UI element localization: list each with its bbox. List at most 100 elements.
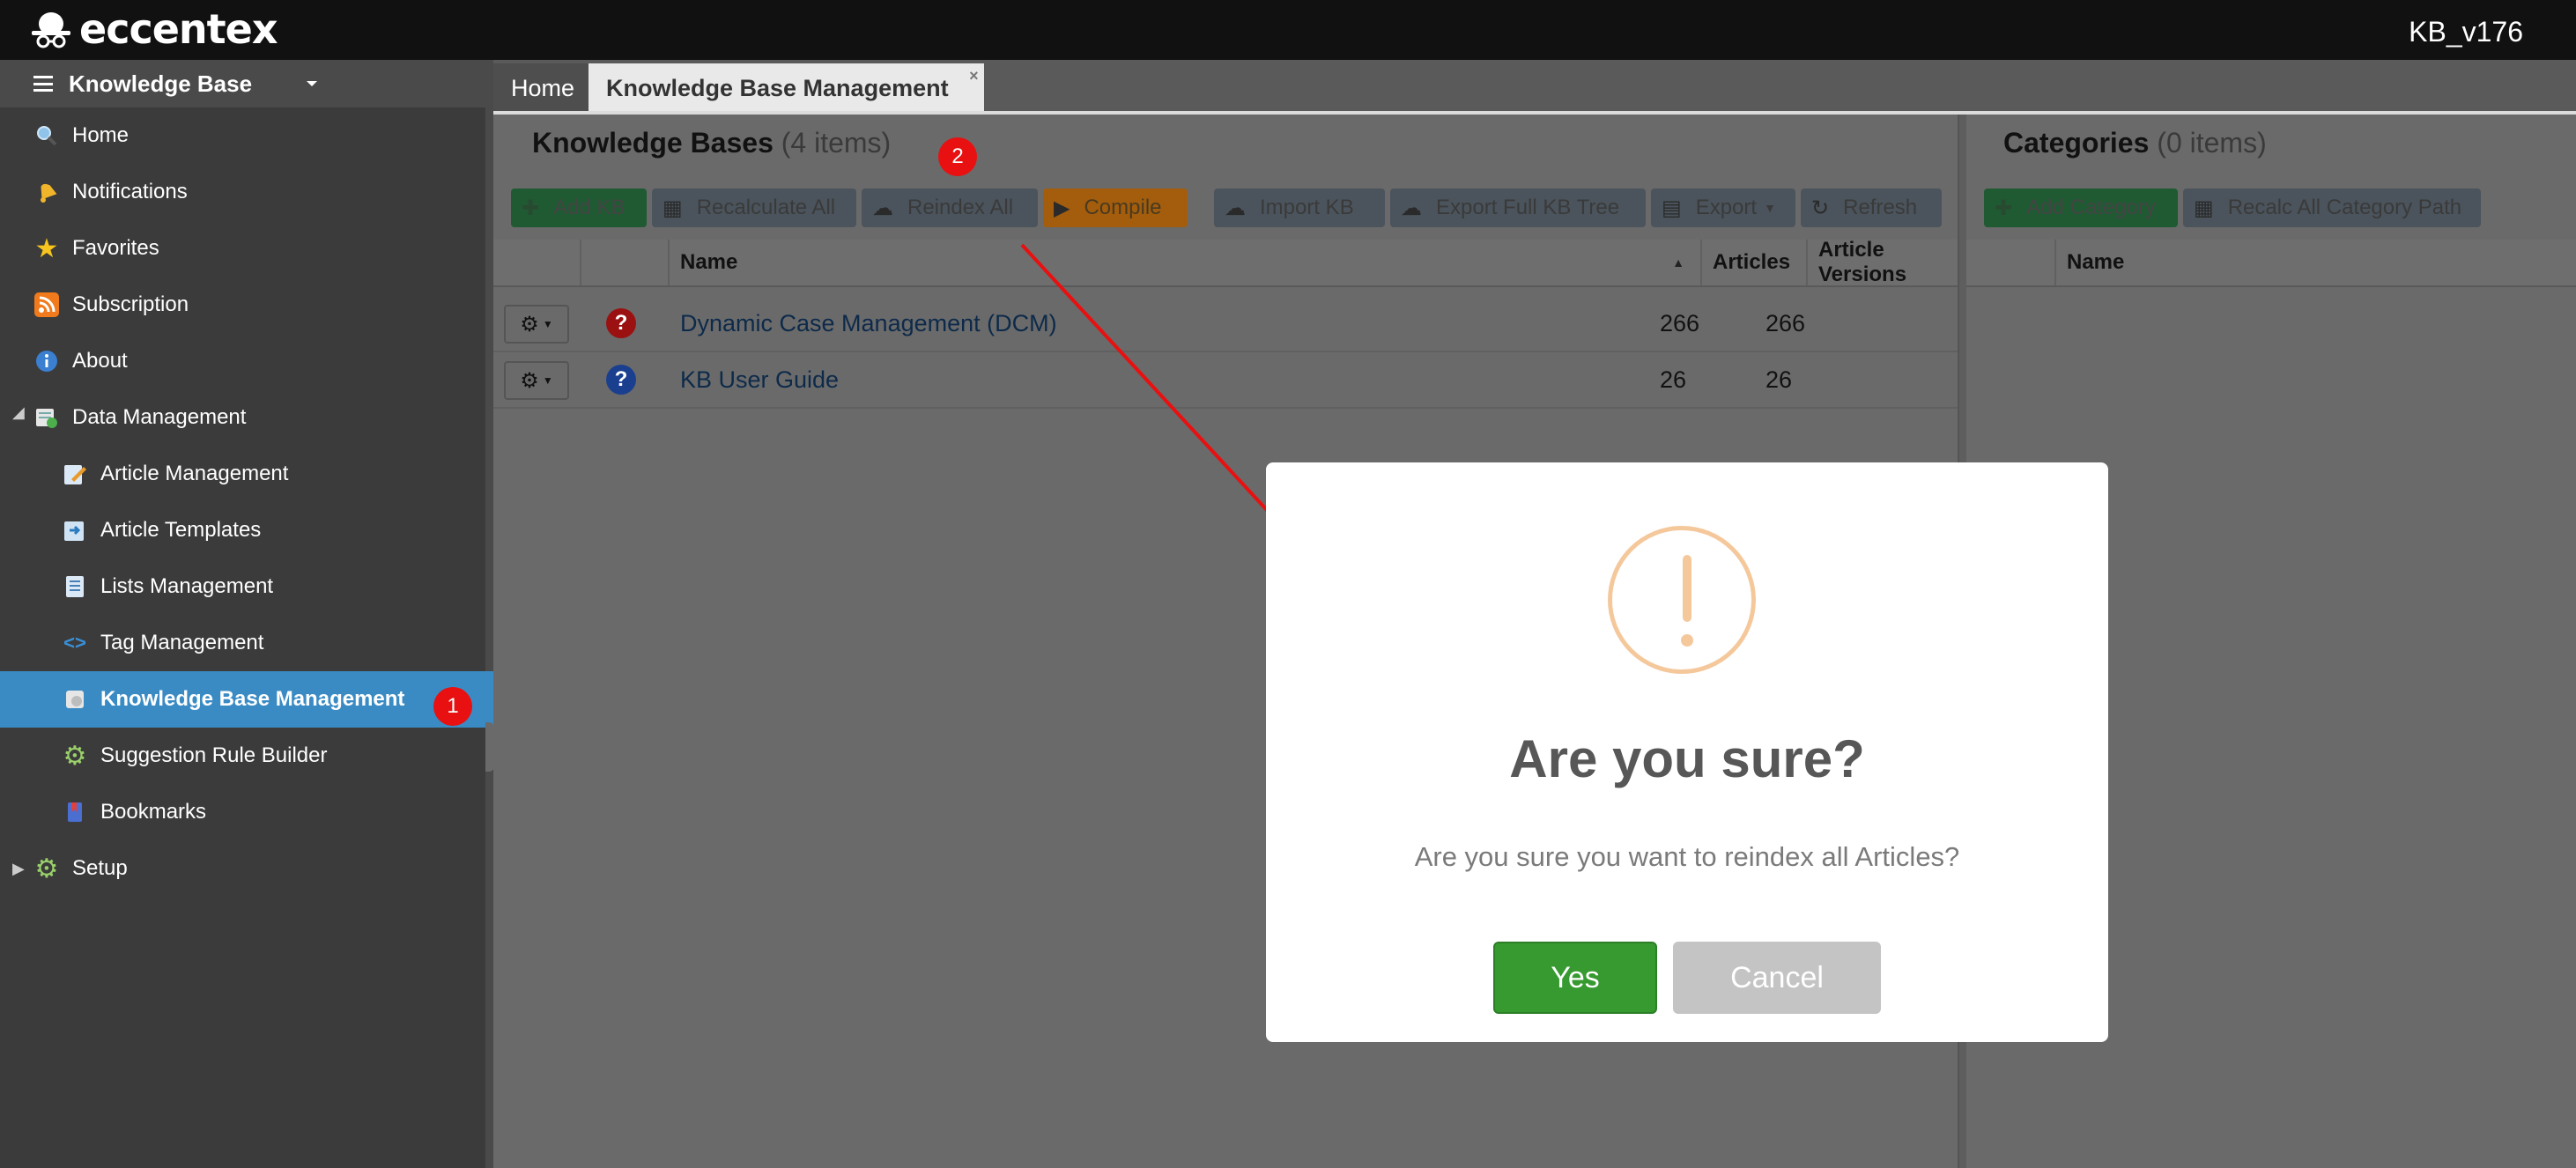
add-kb-button[interactable]: ✚ Add KB bbox=[511, 189, 647, 227]
button-label: Compile bbox=[1084, 196, 1162, 219]
bookmark-icon bbox=[62, 799, 88, 825]
article-versions-count: 266 bbox=[1765, 309, 1806, 336]
panel-title-text: Categories bbox=[2003, 127, 2150, 159]
sidebar-item-label: Subscription bbox=[72, 292, 189, 316]
calculator-icon: ▦ bbox=[2194, 196, 2214, 220]
list-icon bbox=[62, 573, 88, 600]
tab-knowledge-base-management[interactable]: Knowledge Base Management × bbox=[588, 63, 984, 113]
column-label: Article Versions bbox=[1818, 238, 1907, 286]
star-icon: ★ bbox=[34, 233, 59, 263]
kb-name-link[interactable]: KB User Guide bbox=[680, 352, 839, 407]
export-button[interactable]: ▤ Export ▼ bbox=[1651, 189, 1795, 227]
rss-icon bbox=[33, 292, 60, 318]
sidebar-item-article-management[interactable]: Article Management bbox=[0, 446, 547, 502]
annotation-badge-2: 2 bbox=[938, 137, 977, 176]
sidebar-item-label: Home bbox=[72, 123, 130, 147]
column-name[interactable]: Name bbox=[2054, 240, 2576, 285]
row-actions-button[interactable]: ⚙ ▼ bbox=[504, 305, 569, 344]
gear-icon: ⚙ bbox=[34, 854, 59, 883]
search-icon bbox=[33, 122, 60, 149]
sidebar-item-tag-management[interactable]: <> Tag Management bbox=[0, 615, 547, 671]
gear-icon: ⚙ bbox=[520, 312, 539, 336]
refresh-button[interactable]: ↻ Refresh bbox=[1801, 189, 1942, 227]
code-icon: <> bbox=[63, 632, 86, 654]
table-row[interactable]: ⚙ ▼ ? KB User Guide 26 26 bbox=[493, 352, 1958, 409]
sidebar-item-about[interactable]: About bbox=[0, 333, 519, 389]
row-actions-button[interactable]: ⚙ ▼ bbox=[504, 361, 569, 400]
panel-title: Categories (0 items) bbox=[2003, 127, 2267, 159]
sidebar-item-favorites[interactable]: ★ Favorites bbox=[0, 220, 519, 277]
sidebar-item-label: Article Management bbox=[100, 462, 289, 485]
cloud-download-icon: ☁ bbox=[1401, 196, 1422, 220]
brand-name: eccentex bbox=[79, 5, 278, 53]
column-articles[interactable]: Articles bbox=[1700, 240, 1806, 285]
panel-title: Knowledge Bases (4 items) bbox=[532, 127, 891, 159]
sidebar-item-label: Bookmarks bbox=[100, 800, 207, 824]
edit-icon bbox=[62, 461, 88, 487]
chevron-down-icon: ▼ bbox=[542, 318, 553, 330]
gear-icon: ⚙ bbox=[520, 368, 539, 393]
column-name[interactable]: Name ▲ bbox=[668, 240, 1700, 285]
sidebar-item-article-templates[interactable]: Article Templates bbox=[0, 502, 547, 558]
import-kb-button[interactable]: ☁ Import KB bbox=[1214, 189, 1385, 227]
add-category-button[interactable]: ✚ Add Category bbox=[1984, 189, 2178, 227]
export-full-kb-tree-button[interactable]: ☁ Export Full KB Tree bbox=[1390, 189, 1646, 227]
button-label: Add KB bbox=[553, 196, 625, 219]
kb-icon bbox=[62, 686, 88, 713]
refresh-icon: ↻ bbox=[1811, 196, 1830, 220]
kb-grid-header: Name ▲ Articles Article Versions bbox=[493, 238, 1958, 287]
kb-name-link[interactable]: Dynamic Case Management (DCM) bbox=[680, 296, 1057, 351]
yes-button[interactable]: Yes bbox=[1493, 942, 1657, 1014]
close-icon[interactable]: × bbox=[969, 67, 979, 85]
hat-logo-icon bbox=[32, 12, 70, 48]
app-version: KB_v176 bbox=[2409, 16, 2523, 48]
recalc-all-category-path-button[interactable]: ▦ Recalc All Category Path bbox=[2183, 189, 2481, 227]
question-icon: ? bbox=[606, 308, 636, 338]
item-count: (4 items) bbox=[781, 127, 892, 159]
calculator-icon: ▦ bbox=[663, 196, 683, 220]
menu-icon[interactable] bbox=[33, 76, 53, 92]
info-icon bbox=[33, 348, 60, 374]
column-label: Name bbox=[680, 250, 738, 274]
cloud-icon: ☁ bbox=[872, 196, 893, 220]
plus-icon: ✚ bbox=[522, 196, 540, 220]
sidebar-header[interactable]: Knowledge Base bbox=[0, 60, 485, 107]
sidebar-item-notifications[interactable]: Notifications bbox=[0, 164, 519, 220]
tab-home[interactable]: Home bbox=[493, 63, 593, 113]
dialog-title: Are you sure? bbox=[1509, 729, 1865, 788]
logo: eccentex bbox=[28, 5, 278, 53]
sidebar: Knowledge Base Home Notifications ★ Favo… bbox=[0, 60, 547, 1168]
excel-icon: ▤ bbox=[1662, 196, 1682, 220]
chevron-down-icon[interactable] bbox=[307, 81, 317, 86]
column-article-versions[interactable]: Article Versions bbox=[1806, 238, 1958, 286]
button-label: Recalc All Category Path bbox=[2227, 196, 2462, 219]
sidebar-item-label: About bbox=[72, 349, 128, 373]
sidebar-item-setup[interactable]: ⚙ Setup bbox=[0, 840, 519, 897]
table-row[interactable]: ⚙ ▼ ? Dynamic Case Management (DCM) 266 2… bbox=[493, 296, 1958, 352]
column-select bbox=[1966, 240, 2054, 285]
warning-icon bbox=[1608, 526, 1756, 674]
annotation-badge-1: 1 bbox=[433, 687, 472, 726]
cancel-button[interactable]: Cancel bbox=[1673, 942, 1881, 1014]
button-label: Add Category bbox=[2026, 196, 2156, 219]
sort-ascending-icon[interactable]: ▲ bbox=[1672, 255, 1684, 270]
sidebar-title: Knowledge Base bbox=[69, 70, 253, 97]
reindex-all-button[interactable]: ☁ Reindex All bbox=[862, 189, 1038, 227]
column-actions bbox=[493, 240, 580, 285]
bell-icon bbox=[33, 179, 60, 205]
sidebar-item-bookmarks[interactable]: Bookmarks bbox=[0, 784, 547, 840]
question-icon: ? bbox=[606, 365, 636, 395]
sidebar-item-home[interactable]: Home bbox=[0, 107, 519, 164]
sidebar-item-data-management[interactable]: Data Management bbox=[0, 389, 519, 446]
sidebar-item-suggestion-rule-builder[interactable]: ⚙ Suggestion Rule Builder bbox=[0, 728, 547, 784]
sidebar-item-subscription[interactable]: Subscription bbox=[0, 277, 519, 333]
play-icon: ▶ bbox=[1054, 196, 1070, 220]
sidebar-item-label: Lists Management bbox=[100, 574, 274, 598]
data-icon bbox=[33, 404, 60, 431]
compile-button[interactable]: ▶ Compile bbox=[1043, 189, 1188, 227]
tab-label: Home bbox=[511, 74, 575, 101]
sidebar-item-lists-management[interactable]: Lists Management bbox=[0, 558, 547, 615]
panel-title-text: Knowledge Bases bbox=[532, 127, 774, 159]
recalculate-all-button[interactable]: ▦ Recalculate All bbox=[652, 189, 856, 227]
gear-icon: ⚙ bbox=[63, 741, 87, 771]
